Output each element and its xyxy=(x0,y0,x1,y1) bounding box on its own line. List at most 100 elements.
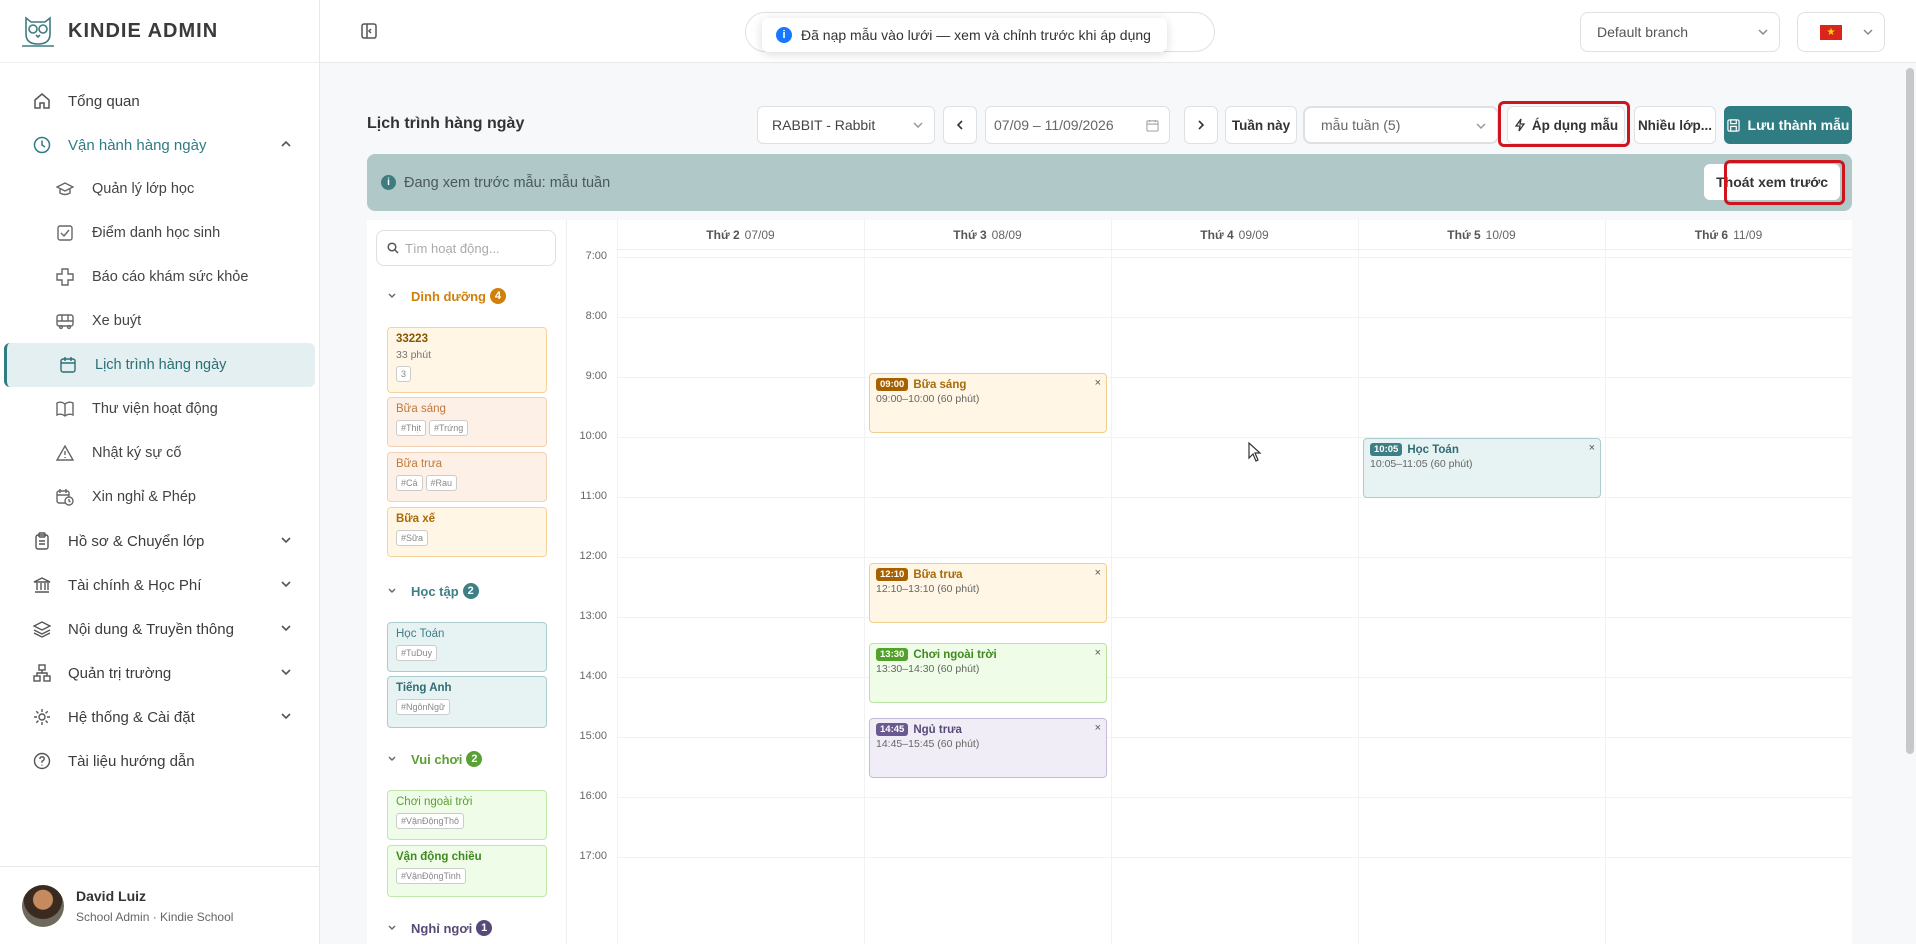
nav-item-label: Tài chính & Học Phí xyxy=(68,576,202,594)
hour-label: 12:00 xyxy=(579,550,607,562)
exit-preview-button[interactable]: Thoát xem trước xyxy=(1704,164,1840,200)
branch-value: Default branch xyxy=(1597,24,1689,40)
vertical-scrollbar[interactable] xyxy=(1906,68,1914,754)
nav-item-records[interactable]: Hồ sơ & Chuyển lớp xyxy=(4,519,315,563)
group-play[interactable]: Vui chơi 2 xyxy=(387,751,483,767)
date-range-picker[interactable]: 07/09 – 11/09/2026 xyxy=(985,106,1170,144)
template-select-value: mẫu tuần (5) xyxy=(1321,117,1401,133)
preview-text: Đang xem trước mẫu: mẫu tuần xyxy=(404,174,611,191)
class-select[interactable]: RABBIT - Rabbit xyxy=(757,106,935,144)
health-cross-icon xyxy=(56,268,74,286)
info-icon: i xyxy=(776,27,792,43)
sidebar-toggle-icon[interactable] xyxy=(360,22,378,40)
event-math[interactable]: 10:05 Học Toán 10:05–11:05 (60 phút) × xyxy=(1363,438,1601,498)
chevron-down-icon xyxy=(913,122,923,129)
calendar-icon xyxy=(59,356,77,374)
group-count-badge: 4 xyxy=(489,288,506,304)
multi-class-button[interactable]: Nhiều lớp... xyxy=(1634,106,1716,144)
activity-tag: #Rau xyxy=(425,475,458,491)
hour-label: 11:00 xyxy=(580,490,607,502)
this-week-button[interactable]: Tuần này xyxy=(1225,106,1297,144)
event-range: 14:45–15:45 (60 phút) xyxy=(876,738,980,750)
group-learning[interactable]: Học tập 2 xyxy=(387,583,479,599)
activity-tag: #Cá xyxy=(396,475,423,491)
page-title: Lịch trình hàng ngày xyxy=(367,115,525,132)
remove-event-icon[interactable]: × xyxy=(1589,442,1595,454)
branch-select[interactable]: Default branch xyxy=(1580,12,1780,52)
remove-event-icon[interactable]: × xyxy=(1095,722,1101,734)
calendar-icon xyxy=(1146,119,1159,132)
vietnam-flag-icon: ★ xyxy=(1820,25,1842,40)
nav-item-daily-operations[interactable]: Vận hành hàng ngày xyxy=(4,123,315,167)
remove-event-icon[interactable]: × xyxy=(1095,377,1101,389)
activity-title: Bữa sáng xyxy=(396,403,446,415)
event-outdoor-play[interactable]: 13:30 Chơi ngoài trời 13:30–14:30 (60 phú… xyxy=(869,643,1107,703)
lightning-icon xyxy=(1514,118,1526,132)
day-name: Thứ 4 xyxy=(1200,227,1234,242)
sidebar-item-attendance[interactable]: Điểm danh học sinh xyxy=(4,211,315,255)
activity-search-input[interactable]: Tìm hoạt động... xyxy=(376,230,556,266)
nav-item-content[interactable]: Nội dung & Truyền thông xyxy=(4,607,315,651)
event-nap[interactable]: 14:45 Ngủ trưa 14:45–15:45 (60 phút) × xyxy=(869,718,1107,778)
nav-item-overview[interactable]: Tổng quan xyxy=(4,79,315,123)
nav-item-docs[interactable]: Tài liệu hướng dẫn xyxy=(4,739,315,783)
day-date: 09/09 xyxy=(1238,227,1269,242)
event-breakfast[interactable]: 09:00 Bữa sáng 09:00–10:00 (60 phút) × xyxy=(869,373,1107,433)
sidebar-item-bus[interactable]: Xe buýt xyxy=(4,299,315,343)
activity-card[interactable]: Bữa xế #Sữa xyxy=(387,507,547,557)
activity-card[interactable]: Vận động chiều #VậnĐộngTinh xyxy=(387,845,547,897)
apply-template-button[interactable]: Áp dụng mẫu xyxy=(1507,106,1625,144)
sidebar-item-health-report[interactable]: Báo cáo khám sức khỏe xyxy=(4,255,315,299)
book-icon xyxy=(56,400,74,418)
language-select[interactable]: ★ xyxy=(1797,12,1885,52)
layers-icon xyxy=(32,619,52,639)
brand[interactable]: KINDIE ADMIN xyxy=(0,0,319,63)
chevron-down-icon xyxy=(388,293,396,298)
template-select[interactable]: mẫu tuần (5) xyxy=(1303,106,1499,144)
remove-event-icon[interactable]: × xyxy=(1095,567,1101,579)
activity-card[interactable]: Tiếng Anh #NgônNgữ xyxy=(387,676,547,728)
day-header-mon: Thứ 2 07/09 xyxy=(617,220,864,250)
bank-icon xyxy=(32,575,52,595)
chevron-down-icon xyxy=(281,537,291,544)
bus-icon xyxy=(56,312,74,330)
event-time-badge: 09:00 xyxy=(876,378,909,391)
nav-item-label: Tổng quan xyxy=(68,92,140,110)
sidebar-item-leave[interactable]: Xin nghỉ & Phép xyxy=(4,475,315,519)
activity-title: Bữa trưa xyxy=(396,458,443,470)
multi-class-label: Nhiều lớp... xyxy=(1637,117,1713,133)
event-lunch[interactable]: 12:10 Bữa trưa 12:10–13:10 (60 phút) × xyxy=(869,563,1107,623)
event-range: 13:30–14:30 (60 phút) xyxy=(876,663,980,675)
owl-logo-icon xyxy=(22,16,54,47)
user-profile[interactable]: David Luiz School Admin · Kindie School xyxy=(0,866,319,944)
sidebar-item-incident-log[interactable]: Nhật ký sự cố xyxy=(4,431,315,475)
prev-week-button[interactable] xyxy=(943,106,977,144)
next-week-button[interactable] xyxy=(1184,106,1218,144)
activity-card[interactable]: 33223 33 phút 3 xyxy=(387,327,547,393)
sidebar-item-label: Thư viện hoạt động xyxy=(92,401,218,417)
save-template-button[interactable]: Lưu thành mẫu xyxy=(1724,106,1852,144)
nav-item-label: Tài liệu hướng dẫn xyxy=(68,752,195,770)
sidebar-item-class-management[interactable]: Quản lý lớp học xyxy=(4,167,315,211)
day-header-fri: Thứ 6 11/09 xyxy=(1605,220,1852,250)
event-title: Bữa sáng xyxy=(913,378,967,391)
remove-event-icon[interactable]: × xyxy=(1095,647,1101,659)
nav-item-school-admin[interactable]: Quản trị trường xyxy=(4,651,315,695)
nav-item-finance[interactable]: Tài chính & Học Phí xyxy=(4,563,315,607)
activity-card[interactable]: Bữa sáng #Thịt #Trứng xyxy=(387,397,547,447)
nav-item-settings[interactable]: Hệ thống & Cài đặt xyxy=(4,695,315,739)
activity-card[interactable]: Bữa trưa #Cá #Rau xyxy=(387,452,547,502)
day-name: Thứ 6 xyxy=(1694,227,1729,242)
activity-card[interactable]: Học Toán #TuDuy xyxy=(387,622,547,672)
checkbox-icon xyxy=(56,224,74,242)
activity-card[interactable]: Chơi ngoài trời #VậnĐộngThô xyxy=(387,790,547,840)
sidebar-item-label: Xin nghỉ & Phép xyxy=(92,489,196,505)
group-rest[interactable]: Nghỉ ngơi 1 xyxy=(387,920,493,936)
day-name: Thứ 3 xyxy=(953,227,987,242)
sidebar-item-activity-library[interactable]: Thư viện hoạt động xyxy=(4,387,315,431)
nav-item-label: Hồ sơ & Chuyển lớp xyxy=(68,532,205,550)
sidebar-item-daily-schedule[interactable]: Lịch trình hàng ngày xyxy=(4,343,315,387)
group-name: Vui chơi xyxy=(411,751,463,767)
group-nutrition[interactable]: Dinh dưỡng 4 xyxy=(387,288,506,304)
this-week-label: Tuần này xyxy=(1231,117,1291,133)
